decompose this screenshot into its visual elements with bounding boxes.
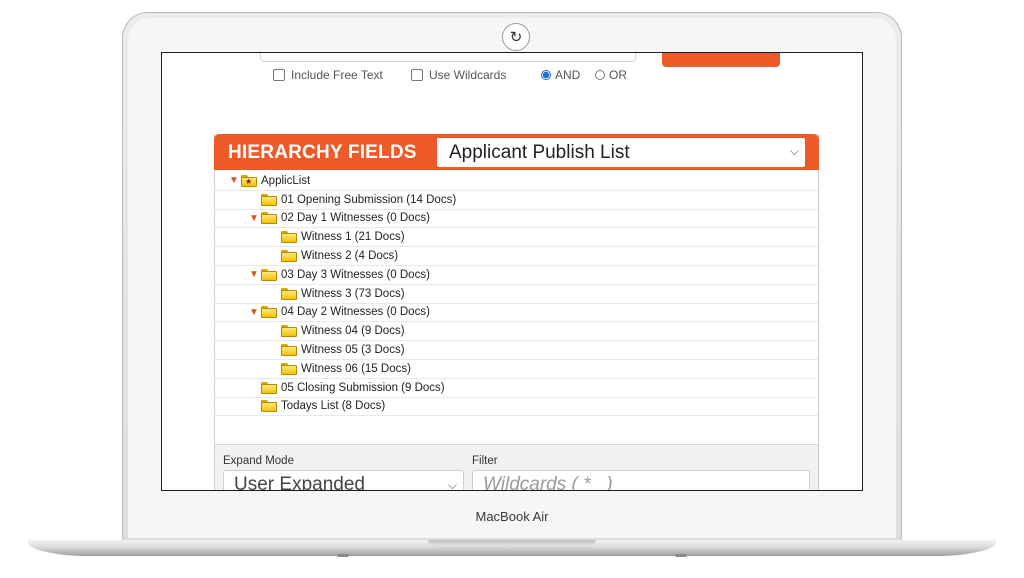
folder-icon <box>261 306 277 319</box>
use-wildcards-label: Use Wildcards <box>429 68 507 82</box>
use-wildcards-option[interactable]: Use Wildcards <box>411 68 506 82</box>
laptop-notch <box>428 540 596 546</box>
tree-row[interactable]: Witness 06 (15 Docs) <box>215 360 818 379</box>
tree-item-label: ApplicList <box>261 174 311 187</box>
folder-icon <box>281 344 297 357</box>
tree-row[interactable]: 05 Closing Submission (9 Docs) <box>215 379 818 398</box>
brand-label: MacBook Air <box>475 509 549 524</box>
use-wildcards-checkbox[interactable] <box>411 69 423 81</box>
folder-icon <box>281 287 297 300</box>
publish-list-select[interactable]: Applicant Publish List ⌵ <box>437 138 805 167</box>
expand-arrow-icon[interactable]: ▼ <box>249 269 259 280</box>
and-label: AND <box>555 68 581 82</box>
hierarchy-header: HIERARCHY FIELDS Applicant Publish List … <box>214 134 819 170</box>
tree-item-label: Witness 06 (15 Docs) <box>301 362 411 375</box>
folder-icon <box>261 268 277 281</box>
include-free-text-checkbox[interactable] <box>273 69 285 81</box>
root-folder-icon: ★ <box>241 174 257 187</box>
tree-row[interactable]: Witness 3 (73 Docs) <box>215 285 818 304</box>
tree-row[interactable]: ▼ 04 Day 2 Witnesses (0 Docs) <box>215 304 818 323</box>
tree-row[interactable]: Witness 1 (21 Docs) <box>215 228 818 248</box>
search-input[interactable] <box>260 53 636 62</box>
laptop-screen: Include Free Text Use Wildcards AND OR H… <box>161 52 863 491</box>
tree-row[interactable]: 01 Opening Submission (14 Docs) <box>215 191 818 210</box>
tree-item-label: Witness 3 (73 Docs) <box>301 287 405 300</box>
folder-icon <box>261 193 277 206</box>
include-free-text-label: Include Free Text <box>291 68 383 82</box>
expand-mode-value: User Expanded <box>234 474 365 491</box>
and-option[interactable]: AND <box>541 68 580 82</box>
camera-refresh-icon: ↻ <box>502 23 530 51</box>
or-label: OR <box>609 68 627 82</box>
expand-mode-select[interactable]: User Expanded ⌵ <box>223 470 464 491</box>
tree-item-label: Witness 04 (9 Docs) <box>301 325 405 338</box>
chevron-down-icon: ⌵ <box>447 478 457 491</box>
hierarchy-title: HIERARCHY FIELDS <box>228 142 417 163</box>
tree-item-label: 04 Day 2 Witnesses (0 Docs) <box>281 306 430 319</box>
expand-arrow-icon[interactable]: ▼ <box>249 307 259 318</box>
filter-placeholder: Wildcards ( *_ ) <box>483 474 613 491</box>
folder-icon <box>281 250 297 263</box>
tree-item-label: Witness 05 (3 Docs) <box>301 344 405 357</box>
tree-row[interactable]: ▼ 03 Day 3 Witnesses (0 Docs) <box>215 266 818 285</box>
publish-list-value: Applicant Publish List <box>449 141 630 163</box>
tree-row[interactable]: Witness 05 (3 Docs) <box>215 341 818 360</box>
include-free-text-option[interactable]: Include Free Text <box>273 68 383 82</box>
folder-icon <box>281 362 297 375</box>
folder-icon <box>281 325 297 338</box>
tree-controls: Expand Mode User Expanded ⌵ Filter Wildc… <box>215 444 818 491</box>
tree-row[interactable]: Witness 04 (9 Docs) <box>215 322 818 342</box>
chevron-down-icon: ⌵ <box>789 144 799 158</box>
or-radio[interactable] <box>595 70 605 80</box>
tree-item-label: Todays List (8 Docs) <box>281 400 386 413</box>
tree-item-label: 05 Closing Submission (9 Docs) <box>281 381 445 394</box>
tree-item-label: 02 Day 1 Witnesses (0 Docs) <box>281 212 430 225</box>
filter-input[interactable]: Wildcards ( *_ ) <box>472 470 810 491</box>
folder-icon <box>261 381 277 394</box>
expand-mode-label: Expand Mode <box>223 455 294 467</box>
tree-row[interactable]: Todays List (8 Docs) <box>215 398 818 417</box>
expand-arrow-icon[interactable]: ▼ <box>249 213 259 224</box>
folder-icon <box>261 212 277 225</box>
tree-item-label: Witness 2 (4 Docs) <box>301 250 399 263</box>
search-button[interactable] <box>662 53 780 67</box>
tree-item-label: 01 Opening Submission (14 Docs) <box>281 193 457 206</box>
laptop-foot <box>675 554 687 557</box>
tree-item-label: 03 Day 3 Witnesses (0 Docs) <box>281 268 430 281</box>
tree-item-label: Witness 1 (21 Docs) <box>301 231 405 244</box>
tree-row[interactable]: Witness 2 (4 Docs) <box>215 247 818 266</box>
tree-row[interactable]: ▼ ★ ApplicList <box>215 172 818 191</box>
folder-icon <box>281 231 297 244</box>
or-option[interactable]: OR <box>595 68 627 82</box>
laptop-foot <box>337 554 349 557</box>
tree-row[interactable]: ▼ 02 Day 1 Witnesses (0 Docs) <box>215 210 818 229</box>
expand-arrow-icon[interactable]: ▼ <box>229 175 239 186</box>
hierarchy-tree: ▼ ★ ApplicList 01 Opening Submission (14 Do… <box>215 172 818 417</box>
filter-label: Filter <box>472 455 498 467</box>
hierarchy-panel: HIERARCHY FIELDS Applicant Publish List … <box>214 134 819 491</box>
and-radio[interactable] <box>541 70 551 80</box>
folder-icon <box>261 400 277 413</box>
